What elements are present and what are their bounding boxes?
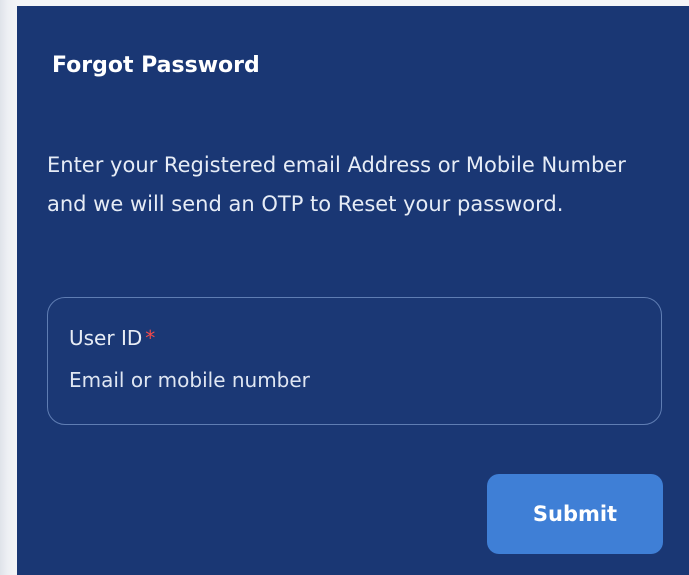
- user-id-label-text: User ID: [69, 326, 143, 350]
- page-title: Forgot Password: [52, 53, 260, 78]
- user-id-field[interactable]: User ID *: [47, 297, 662, 425]
- forgot-password-panel: Forgot Password Enter your Registered em…: [17, 6, 689, 575]
- user-id-label: User ID *: [69, 326, 155, 350]
- instruction-text: Enter your Registered email Address or M…: [47, 153, 626, 216]
- submit-button[interactable]: Submit: [487, 474, 663, 554]
- user-id-input[interactable]: [69, 362, 629, 398]
- required-marker: *: [145, 326, 156, 350]
